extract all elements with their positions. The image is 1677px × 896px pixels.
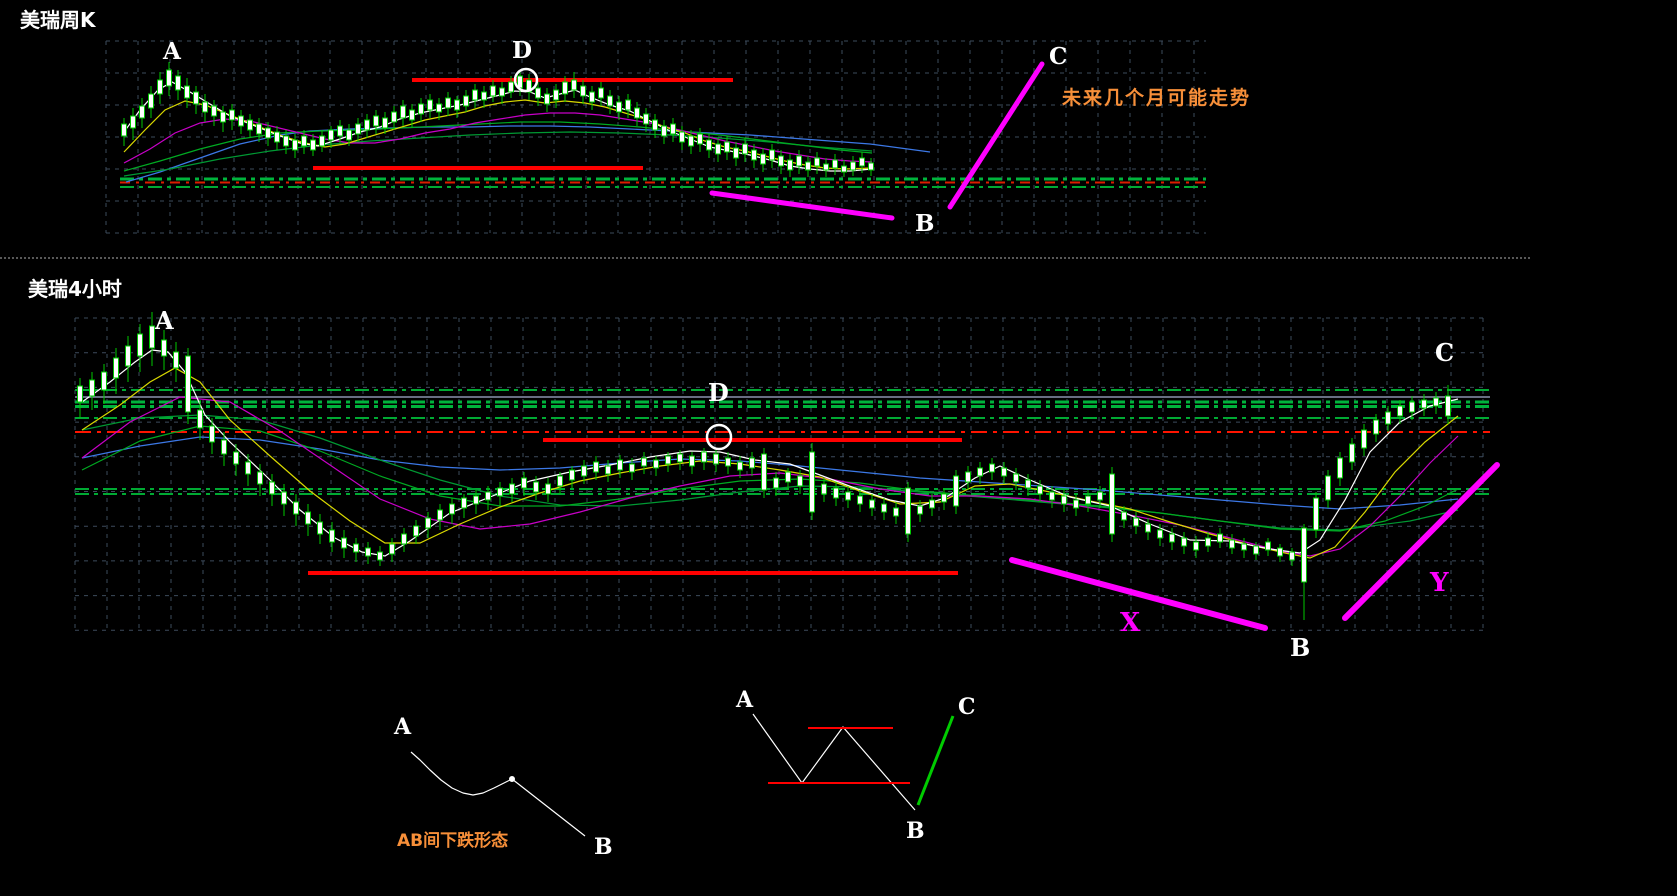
- h4-label-c: C: [1435, 338, 1455, 367]
- h4-chart-canvas[interactable]: [74, 312, 1500, 631]
- h4-label-d: D: [708, 378, 729, 407]
- weekly-forecast-note: 未来几个月可能走势: [1062, 87, 1252, 109]
- weekly-label-d: D: [512, 37, 532, 64]
- ab-pattern-diagram: [410, 751, 586, 837]
- weekly-ma-green: [123, 121, 873, 172]
- h4-label-b: B: [1290, 633, 1311, 662]
- weekly-label-c: C: [1049, 43, 1068, 70]
- weekly-trend-down-magenta-line: [709, 190, 895, 221]
- weekly-ma-yellow: [123, 99, 873, 170]
- h4-chart-title: 美瑞4小时: [28, 277, 122, 301]
- charts-scene: [0, 40, 1532, 837]
- ab-diagram-caption: AB间下跌形态: [397, 831, 509, 851]
- weekly-chart-title: 美瑞周K: [20, 8, 96, 32]
- weekly-chart-canvas[interactable]: [105, 40, 1206, 234]
- abc-diagram-label-a: A: [736, 687, 754, 713]
- h4-grid: [74, 317, 1484, 631]
- trading-app-page: 美瑞周K A D B C 未来几个月可能走势 美瑞4小时 A D X B Y C…: [0, 0, 1677, 896]
- weekly-label-a: A: [163, 38, 181, 65]
- abc-diagram-label-c: C: [958, 694, 976, 720]
- weekly-ma-blue: [125, 125, 931, 183]
- h4-label-x: X: [1120, 608, 1141, 638]
- abc-diagram-label-b: B: [906, 818, 925, 844]
- ab-diagram-label-b: B: [594, 834, 613, 860]
- h4-y-magenta-line: [1342, 462, 1500, 621]
- ab-curve-peak-dot: [509, 776, 515, 782]
- h4-label-a: A: [155, 306, 174, 335]
- weekly-label-b: B: [915, 210, 935, 237]
- h4-d-highlight-circle: [705, 423, 733, 451]
- weekly-ma-magenta: [123, 112, 873, 164]
- abc-pattern-diagram: [752, 713, 955, 811]
- h4-ma-magenta: [81, 396, 1459, 557]
- ab-decline-curve: [410, 751, 586, 837]
- abc-green-up-line: [916, 715, 955, 806]
- h4-label-y: Y: [1430, 568, 1449, 598]
- weekly-forecast-up-magenta-line: [947, 61, 1045, 210]
- ab-diagram-label-a: A: [394, 714, 412, 740]
